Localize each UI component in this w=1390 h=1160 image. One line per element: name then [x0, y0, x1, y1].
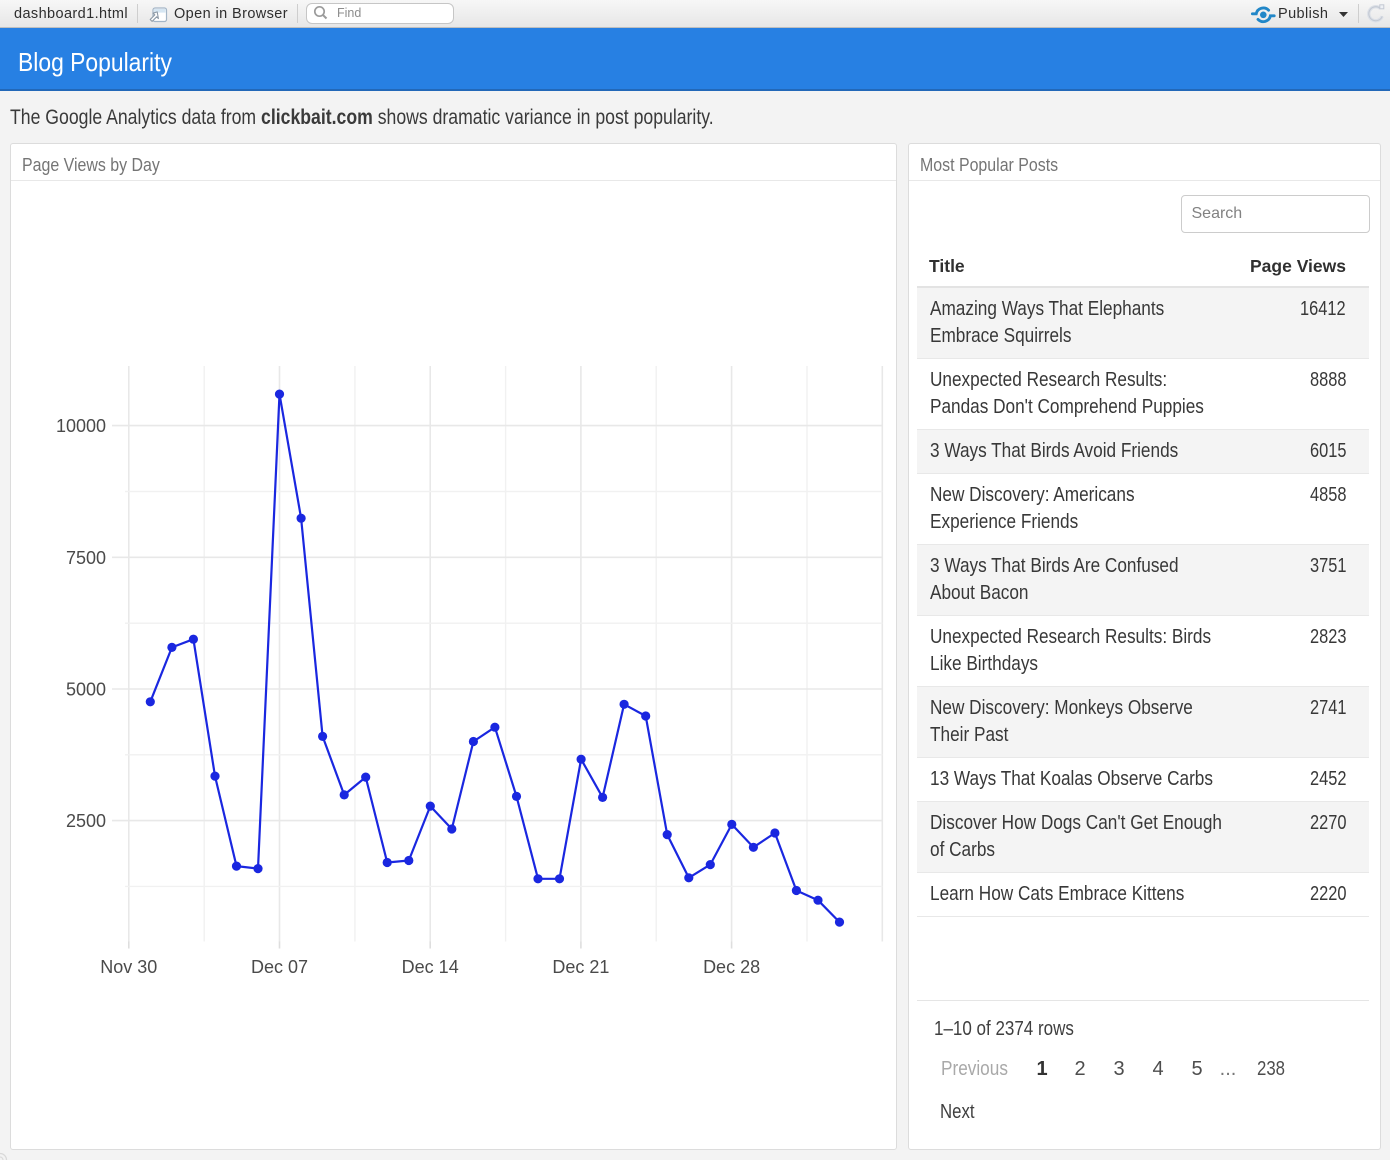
svg-text:5000: 5000 [66, 680, 106, 700]
svg-text:2500: 2500 [66, 811, 106, 831]
svg-text:Dec 21: Dec 21 [552, 957, 609, 977]
svg-text:Dec 28: Dec 28 [703, 957, 760, 977]
svg-text:10000: 10000 [56, 416, 106, 436]
svg-text:Nov 30: Nov 30 [100, 957, 157, 977]
svg-text:7500: 7500 [66, 548, 106, 568]
svg-text:Dec 07: Dec 07 [251, 957, 308, 977]
svg-text:Dec 14: Dec 14 [402, 957, 459, 977]
